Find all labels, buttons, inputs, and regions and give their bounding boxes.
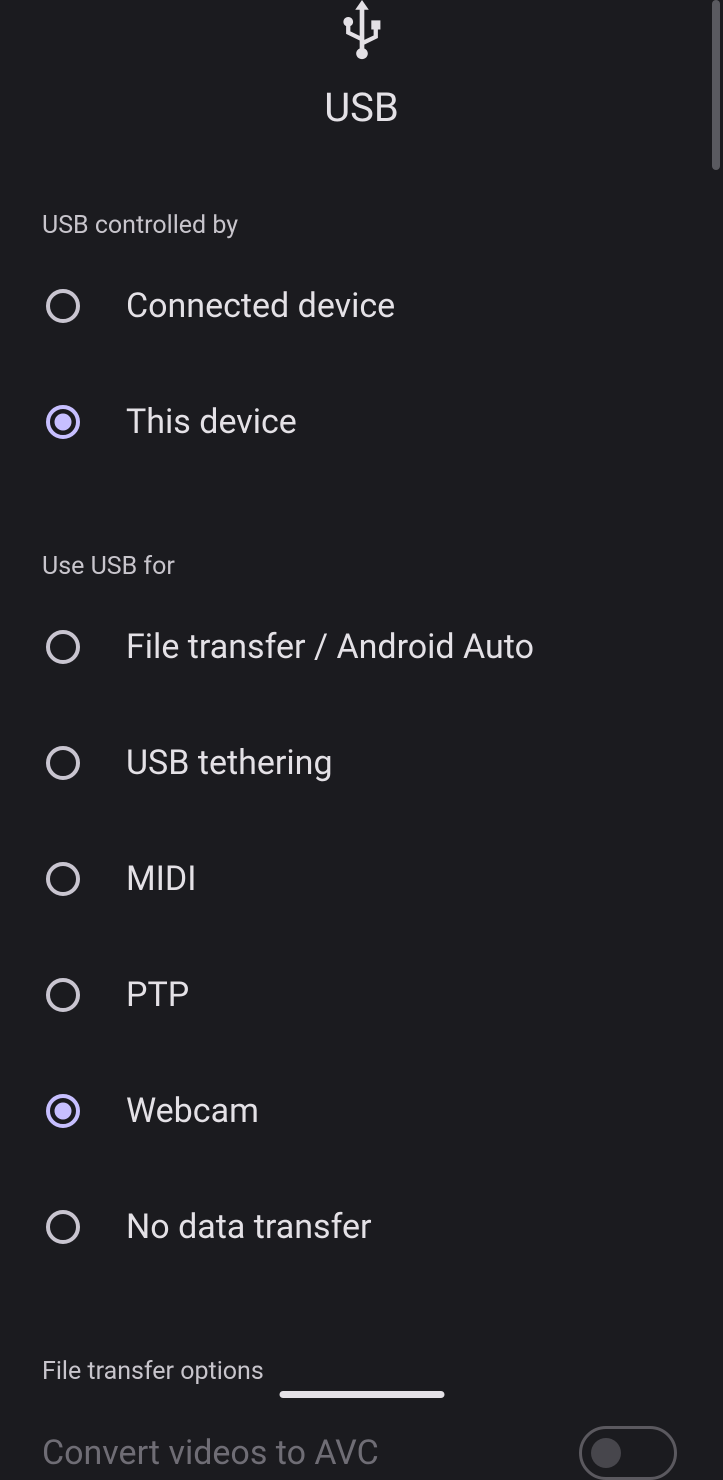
toggle-label: Convert videos to AVC bbox=[42, 1433, 379, 1473]
radio-option-usb-tethering[interactable]: USB tethering bbox=[42, 705, 681, 821]
radio-option-ptp[interactable]: PTP bbox=[42, 937, 681, 1053]
radio-label: No data transfer bbox=[126, 1207, 372, 1247]
section-header-controlled-by: USB controlled by bbox=[42, 211, 681, 240]
page-title: USB bbox=[324, 84, 399, 131]
radio-option-webcam[interactable]: Webcam bbox=[42, 1053, 681, 1169]
scrollbar[interactable] bbox=[712, 0, 720, 170]
radio-option-no-data-transfer[interactable]: No data transfer bbox=[42, 1169, 681, 1285]
radio-icon bbox=[46, 1094, 80, 1128]
section-use-for: Use USB for File transfer / Android Auto… bbox=[0, 552, 723, 1285]
radio-label: This device bbox=[126, 402, 297, 442]
radio-label: File transfer / Android Auto bbox=[126, 627, 534, 667]
radio-option-file-transfer[interactable]: File transfer / Android Auto bbox=[42, 589, 681, 705]
section-header-use-for: Use USB for bbox=[42, 552, 681, 581]
toggle-switch[interactable] bbox=[579, 1426, 677, 1480]
header: USB bbox=[0, 0, 723, 151]
navigation-bar-handle[interactable] bbox=[279, 1391, 444, 1398]
radio-label: USB tethering bbox=[126, 743, 333, 783]
radio-icon bbox=[46, 630, 80, 664]
radio-icon bbox=[46, 746, 80, 780]
section-controlled-by: USB controlled by Connected device This … bbox=[0, 211, 723, 480]
toggle-row-convert-videos[interactable]: Convert videos to AVC bbox=[42, 1394, 681, 1480]
radio-icon bbox=[46, 405, 80, 439]
radio-label: Connected device bbox=[126, 286, 395, 326]
section-header-file-transfer: File transfer options bbox=[42, 1357, 681, 1386]
radio-icon bbox=[46, 289, 80, 323]
radio-label: Webcam bbox=[126, 1091, 259, 1131]
radio-option-connected-device[interactable]: Connected device bbox=[42, 248, 681, 364]
radio-option-this-device[interactable]: This device bbox=[42, 364, 681, 480]
usb-icon bbox=[336, 0, 388, 62]
radio-label: MIDI bbox=[126, 859, 197, 899]
radio-icon bbox=[46, 978, 80, 1012]
section-file-transfer-options: File transfer options Convert videos to … bbox=[0, 1357, 723, 1480]
toggle-thumb bbox=[591, 1438, 621, 1468]
radio-option-midi[interactable]: MIDI bbox=[42, 821, 681, 937]
radio-icon bbox=[46, 1210, 80, 1244]
radio-label: PTP bbox=[126, 975, 189, 1015]
radio-icon bbox=[46, 862, 80, 896]
